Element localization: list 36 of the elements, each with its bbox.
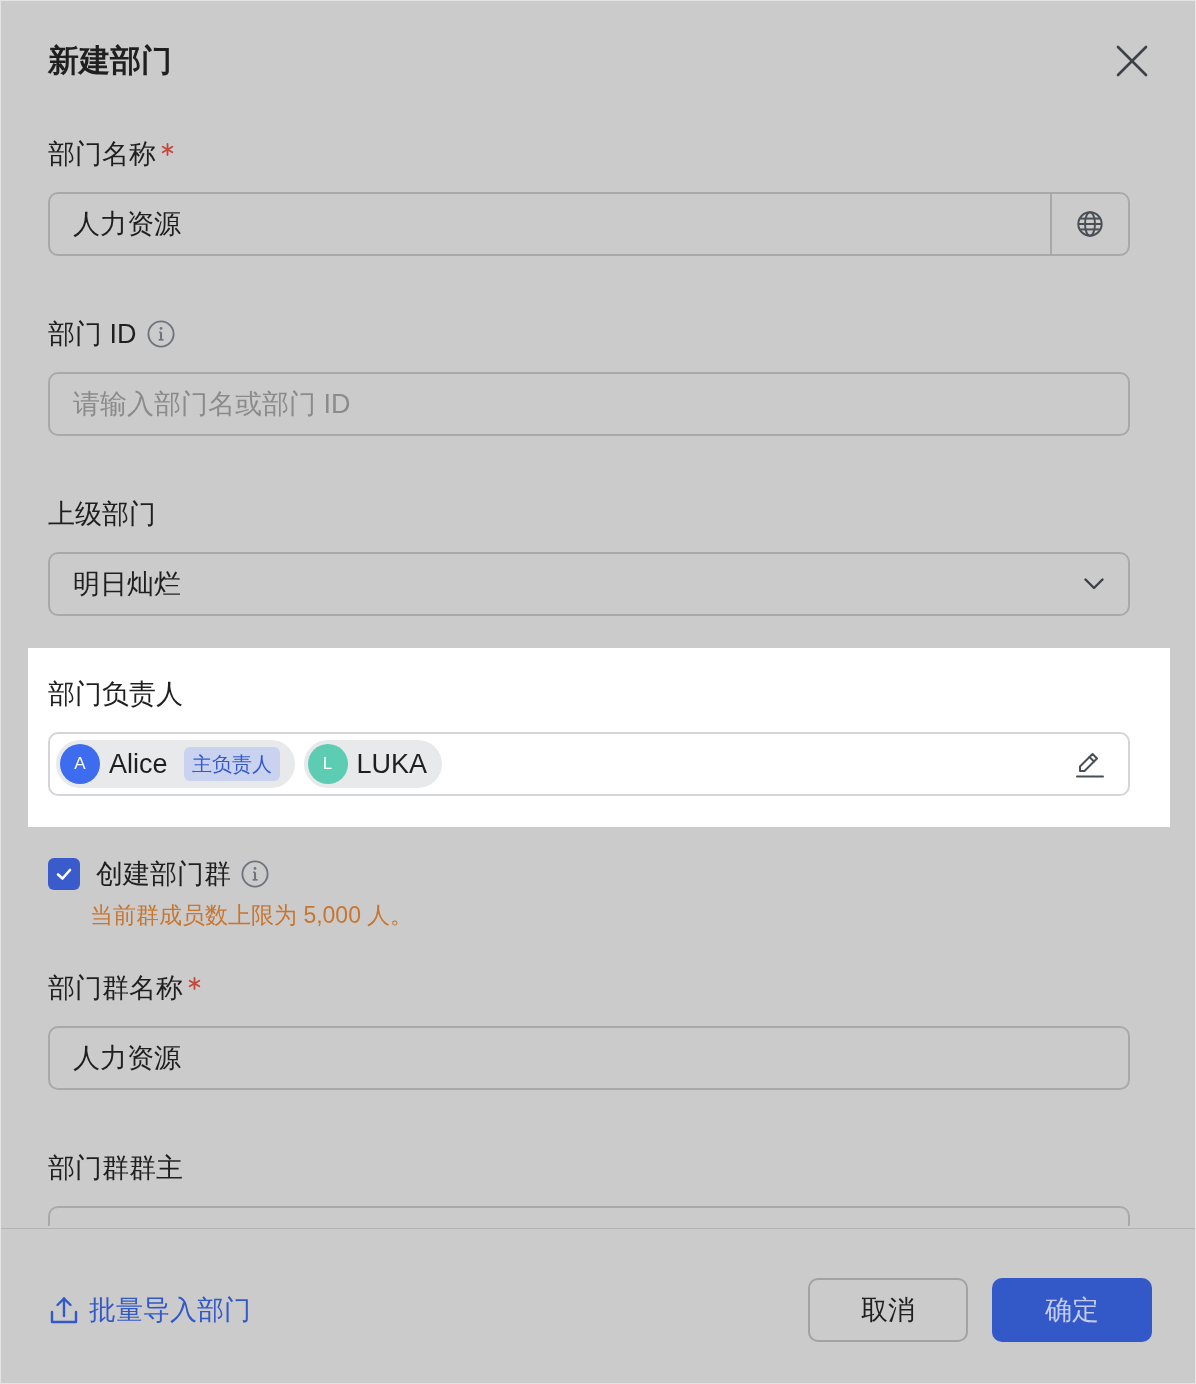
field-label: 部门群群主 bbox=[48, 1152, 183, 1185]
edit-button[interactable] bbox=[1076, 750, 1104, 778]
avatar: A bbox=[60, 744, 100, 784]
dialog-title: 新建部门 bbox=[48, 41, 172, 80]
field-label: 部门负责人 bbox=[48, 678, 183, 711]
language-button[interactable] bbox=[1050, 192, 1130, 256]
chevron-down-icon bbox=[1084, 578, 1104, 590]
input-field[interactable]: 请输入部门名或部门 ID bbox=[48, 372, 1130, 436]
select-field[interactable]: 明日灿烂 bbox=[48, 552, 1130, 616]
confirm-button[interactable]: 确定 bbox=[992, 1278, 1152, 1342]
field-label: 部门 ID bbox=[48, 318, 137, 351]
cancel-button[interactable]: 取消 bbox=[808, 1278, 968, 1342]
checkbox[interactable] bbox=[48, 858, 80, 890]
import-link[interactable]: 批量导入部门 bbox=[48, 1278, 251, 1342]
close-icon bbox=[1116, 44, 1148, 77]
field-label: 部门群名称 bbox=[48, 972, 183, 1005]
input-field[interactable] bbox=[48, 1206, 1130, 1226]
input-field[interactable]: 人力资源 bbox=[48, 192, 1050, 256]
info-icon[interactable] bbox=[146, 320, 175, 348]
member-picker-field[interactable]: A Alice 主负责人 L LUKA bbox=[48, 732, 1130, 796]
pencil-icon bbox=[1076, 750, 1104, 778]
avatar: L bbox=[307, 744, 348, 784]
field-label: 部门名称 bbox=[48, 138, 156, 171]
globe-icon bbox=[1077, 211, 1103, 237]
member-name: LUKA bbox=[356, 748, 428, 781]
member-name: Alice bbox=[109, 748, 168, 781]
upload-icon bbox=[50, 1296, 78, 1324]
limit-note: 当前群成员数上限为 5,000 人。 bbox=[90, 901, 414, 930]
member-chip[interactable]: A Alice 主负责人 bbox=[56, 740, 295, 788]
field-label: 上级部门 bbox=[48, 498, 156, 531]
checkbox-label[interactable]: 创建部门群 bbox=[96, 856, 231, 892]
input-field[interactable]: 人力资源 bbox=[48, 1026, 1130, 1090]
info-icon[interactable] bbox=[241, 860, 269, 888]
close-button[interactable] bbox=[1116, 44, 1148, 77]
role-tag: 主负责人 bbox=[183, 747, 280, 781]
member-chip[interactable]: L LUKA bbox=[303, 740, 443, 788]
